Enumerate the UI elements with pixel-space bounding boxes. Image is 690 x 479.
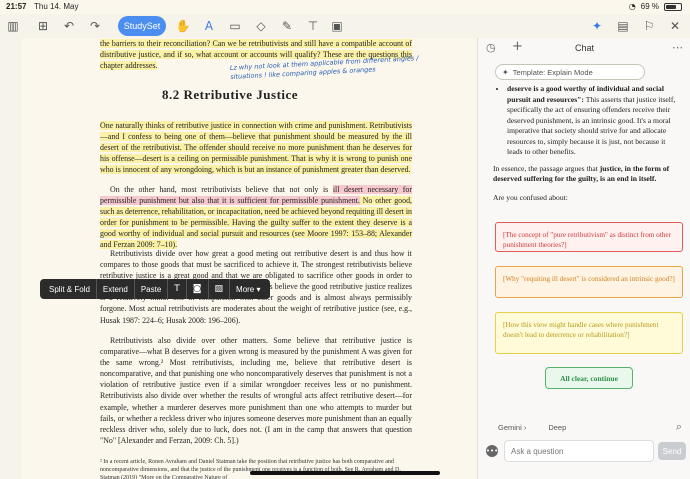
chat-panel: ◷ + Chat ⋯ ✦ Template: Explain Mode dese… [477,38,690,479]
battery-percent: 69 % [640,2,659,11]
lasso-icon[interactable]: ◇ [252,17,270,35]
response-list: deserve is a good worthy of individual a… [493,84,678,158]
add-options-icon[interactable]: ••• [486,445,498,457]
essence-text: In essence, the passage argues that [493,163,600,173]
paragraph-1: One naturally thinks of retributive just… [100,120,412,175]
paragraph-2: On the other hand, most retributivists b… [100,184,412,251]
attach-icon[interactable]: ⌕ [676,420,682,434]
studyset-button[interactable]: StudySet [118,16,166,36]
paragraph-4: Retributivists also divide over other ma… [100,335,412,446]
sidebar-icon[interactable]: ▥ [4,17,22,35]
suggestion-chip-1[interactable]: [The concept of "pure retributivism" as … [495,222,683,252]
home-indicator [250,471,440,475]
battery-fill [666,4,676,9]
template-label: Template: Explain Mode [512,67,593,77]
menu-split-fold[interactable]: Split & Fold [43,279,97,299]
context-menu: Split & Fold Extend Paste T ◙ ▨ More ▾ [40,279,270,299]
chat-header: ◷ + Chat ⋯ [478,38,690,58]
response-bullet: deserve is a good worthy of individual a… [507,84,678,158]
pdf-page[interactable]: the barriers to their reconciliation? Ca… [22,38,476,479]
undo-icon[interactable]: ↶ [60,17,78,35]
template-selector[interactable]: ✦ Template: Explain Mode [495,64,645,80]
chat-title: Chat [574,43,594,53]
more-icon[interactable]: ⋯ [672,41,683,54]
left-sidebar-strip [0,38,22,479]
pen-icon[interactable]: ✎ [278,17,296,35]
template-icon: ✦ [502,67,509,77]
image-icon[interactable]: ▣ [328,17,346,35]
bookmark-icon[interactable]: ⚐ [640,17,658,35]
menu-extend[interactable]: Extend [97,279,135,299]
menu-text-icon[interactable]: T [168,279,187,299]
mode-selector[interactable]: Deep [548,423,566,432]
toolbar: ▥ ⊞ ↶ ↷ StudySet ✋ A ▭ ◇ ✎ ⊤ ▣ ✦ ▤ ⚐ ✕ [0,14,690,38]
essence-paragraph: In essence, the passage argues that just… [493,164,678,185]
hand-icon[interactable]: ✋ [174,17,192,35]
model-row: Gemini › Deep [498,423,566,432]
suggestion-chip-3[interactable]: [How this view might handle cases where … [495,312,683,354]
status-bar: 21:57 Thu 14. May ◔ 69 % [0,0,690,14]
section-heading: 8.2 Retributive Justice [162,87,299,102]
close-icon[interactable]: ✕ [666,17,684,35]
status-date: Thu 14. May [34,2,79,11]
book-icon[interactable]: ▤ [614,17,632,35]
grid-icon[interactable]: ⊞ [34,17,52,35]
text-tool-icon[interactable]: A [200,17,218,35]
model-selector[interactable]: Gemini › [498,423,526,432]
paragraph-4-text: Retributivists also divide over other ma… [100,336,412,445]
chat-input[interactable] [504,440,654,462]
menu-paste[interactable]: Paste [135,279,169,299]
rectangle-icon[interactable]: ▭ [226,17,244,35]
send-button[interactable]: Send [658,442,686,460]
battery-icon [664,2,682,11]
chat-icon[interactable]: ✦ [588,17,606,35]
menu-more[interactable]: More ▾ [230,279,266,299]
all-clear-button[interactable]: All clear, continue [545,367,633,389]
suggestion-chip-2[interactable]: [Why "requiting ill desert" is considere… [495,266,683,298]
confused-question: Are you confused about: [493,192,568,202]
toolbar-right: ✦ ▤ ⚐ ✕ [588,17,684,35]
wifi-icon: ◔ [628,2,636,11]
chat-response: deserve is a good worthy of individual a… [493,84,678,211]
footnote: ² In a recent article, Ronen Avraham and… [100,459,401,479]
paragraph-2-text-a: On the other hand, most retributivists b… [110,185,333,194]
chat-input-row: ••• Send [486,440,686,462]
status-time: 21:57 [6,2,27,11]
status-right: ◔ 69 % [629,2,682,11]
textbox-icon[interactable]: ⊤ [304,17,322,35]
menu-camera-icon[interactable]: ◙ [187,279,209,299]
menu-image-icon[interactable]: ▨ [209,279,231,299]
paragraph-1-text: One naturally thinks of retributive just… [100,121,412,175]
redo-icon[interactable]: ↷ [86,17,104,35]
